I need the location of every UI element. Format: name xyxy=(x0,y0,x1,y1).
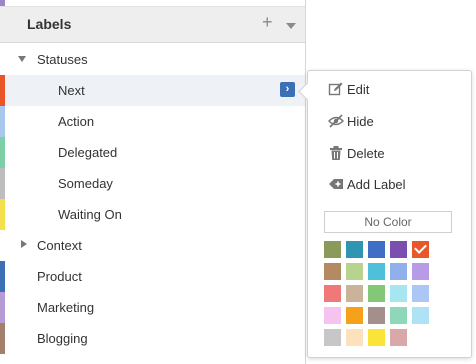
top-strip xyxy=(0,0,305,7)
label-row-statuses[interactable]: Statuses xyxy=(0,44,305,75)
label-row-someday[interactable]: Someday xyxy=(0,168,305,199)
color-swatch[interactable] xyxy=(346,329,363,346)
color-swatch[interactable] xyxy=(390,329,407,346)
color-swatch[interactable] xyxy=(346,263,363,280)
menu-item-add-label[interactable]: Add Label xyxy=(308,173,471,197)
add-icon[interactable]: + xyxy=(262,13,273,31)
label-color-bar xyxy=(0,137,5,168)
color-swatch[interactable] xyxy=(346,285,363,302)
labels-header: Labels + xyxy=(0,7,305,43)
color-swatch[interactable] xyxy=(412,263,429,280)
color-swatch[interactable] xyxy=(324,263,341,280)
label-text: Product xyxy=(37,269,82,284)
label-color-bar xyxy=(0,323,5,354)
expand-arrow-icon[interactable] xyxy=(21,240,27,248)
label-row-waiting-on[interactable]: Waiting On xyxy=(0,199,305,230)
label-color-bar xyxy=(0,230,5,261)
label-text: Statuses xyxy=(37,52,88,67)
color-swatch[interactable] xyxy=(324,285,341,302)
collapse-arrow-icon[interactable] xyxy=(18,56,26,62)
labels-panel: Labels + Statuses Next › Action Delegated Som… xyxy=(0,0,306,364)
label-row-product[interactable]: Product xyxy=(0,261,305,292)
add-label-icon xyxy=(329,179,343,189)
color-swatch[interactable] xyxy=(390,241,407,258)
label-row-delegated[interactable]: Delegated xyxy=(0,137,305,168)
label-text: Context xyxy=(37,238,82,253)
label-text: Blogging xyxy=(37,331,88,346)
checkmark-icon xyxy=(414,241,427,254)
menu-item-edit[interactable]: Edit xyxy=(308,78,471,102)
color-swatch[interactable] xyxy=(324,307,341,324)
label-color-bar xyxy=(0,75,5,106)
color-swatch[interactable] xyxy=(368,329,385,346)
label-row-action[interactable]: Action xyxy=(0,106,305,137)
hide-icon xyxy=(328,114,344,128)
label-text: Delegated xyxy=(58,145,118,160)
label-row-context[interactable]: Context xyxy=(0,230,305,261)
no-color-button[interactable]: No Color xyxy=(324,211,452,233)
color-swatch[interactable] xyxy=(390,285,407,302)
label-context-menu: Edit Hide Delete Add Label No Color xyxy=(298,70,472,358)
label-row-blogging[interactable]: Blogging xyxy=(0,323,305,354)
label-text: Action xyxy=(58,114,95,129)
label-color-bar xyxy=(0,106,5,137)
color-swatch[interactable] xyxy=(324,241,341,258)
menu-label-delete: Delete xyxy=(347,146,385,161)
menu-label-hide: Hide xyxy=(347,114,374,129)
label-text: Waiting On xyxy=(58,207,122,222)
label-color-bar xyxy=(0,261,5,292)
color-swatch[interactable] xyxy=(412,285,429,302)
color-swatch[interactable] xyxy=(346,241,363,258)
menu-label-add-label: Add Label xyxy=(347,177,406,192)
menu-label-edit: Edit xyxy=(347,82,370,97)
color-swatch[interactable] xyxy=(346,307,363,324)
color-swatch[interactable] xyxy=(368,307,385,324)
color-swatch[interactable] xyxy=(324,329,341,346)
label-color-bar xyxy=(0,292,5,323)
label-text: Next xyxy=(58,83,85,98)
label-text: Someday xyxy=(58,176,113,191)
color-swatch[interactable] xyxy=(390,263,407,280)
label-row-marketing[interactable]: Marketing xyxy=(0,292,305,323)
color-swatch[interactable] xyxy=(368,263,385,280)
label-color-bar xyxy=(0,168,5,199)
label-color-bar xyxy=(0,199,5,230)
color-swatch[interactable] xyxy=(412,307,429,324)
dropdown-caret-icon[interactable] xyxy=(286,23,296,29)
labels-title: Labels xyxy=(27,16,72,32)
color-swatch[interactable] xyxy=(368,285,385,302)
label-text: Marketing xyxy=(37,300,95,315)
edit-icon xyxy=(328,82,343,96)
trash-icon xyxy=(330,146,342,160)
label-row-next[interactable]: Next › xyxy=(0,75,305,106)
menu-item-delete[interactable]: Delete xyxy=(308,142,471,166)
open-menu-chevron-icon[interactable]: › xyxy=(280,82,295,97)
color-swatch[interactable] xyxy=(390,307,407,324)
label-color-bar xyxy=(0,44,5,75)
color-swatch[interactable] xyxy=(368,241,385,258)
top-strip-accent xyxy=(0,0,5,6)
menu-item-hide[interactable]: Hide xyxy=(308,110,471,134)
color-swatch[interactable] xyxy=(412,241,429,258)
